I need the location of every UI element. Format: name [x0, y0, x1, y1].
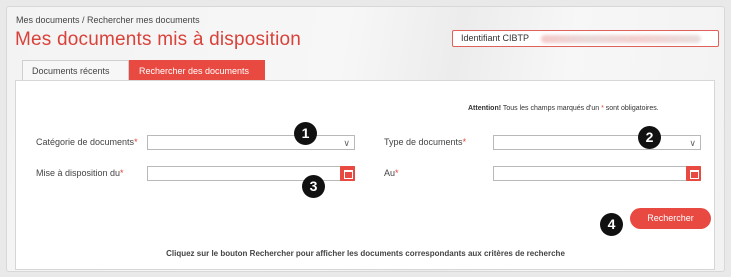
category-label-text: Catégorie de documents — [36, 137, 135, 147]
annotation-badge-1: 1 — [294, 122, 317, 145]
calendar-icon[interactable] — [686, 166, 701, 181]
tab-recent-documents[interactable]: Documents récents — [22, 60, 129, 80]
search-button[interactable]: Rechercher — [630, 208, 711, 229]
type-required-star: * — [462, 137, 467, 147]
date-from-required-star: * — [120, 168, 124, 178]
annotation-badge-3: 3 — [302, 175, 325, 198]
breadcrumb: Mes documents / Rechercher mes documents — [16, 15, 200, 25]
tab-search-documents[interactable]: Rechercher des documents — [129, 60, 265, 80]
warning-text-before: Tous les champs marqués d'un — [501, 105, 602, 112]
type-label: Type de documents* — [384, 137, 466, 147]
required-fields-warning: Attention! Tous les champs marqués d'un … — [468, 105, 659, 112]
identifier-value-redacted — [541, 34, 702, 43]
chevron-down-icon: ∨ — [689, 138, 696, 148]
date-to-label: Au* — [384, 168, 399, 178]
annotation-badge-4: 4 — [600, 213, 623, 236]
date-to-required-star: * — [395, 168, 399, 178]
date-from-label-text: Mise à disposition du — [36, 168, 121, 178]
calendar-icon[interactable] — [340, 166, 355, 181]
category-select[interactable]: ∨ — [147, 135, 355, 150]
date-from-label: Mise à disposition du* — [36, 168, 124, 178]
date-from-input[interactable] — [147, 166, 355, 181]
date-to-input[interactable] — [493, 166, 701, 181]
page-title: Mes documents mis à disposition — [15, 29, 302, 50]
identifier-label: Identifiant CIBTP — [461, 33, 529, 43]
identifier-box: Identifiant CIBTP — [452, 30, 719, 47]
search-hint: Cliquez sur le bouton Rechercher pour af… — [166, 249, 565, 258]
type-label-text: Type de documents — [384, 137, 463, 147]
type-select[interactable]: ∨ — [493, 135, 701, 150]
warning-text-after: sont obligatoires. — [603, 105, 659, 112]
category-required-star: * — [134, 137, 138, 147]
chevron-down-icon: ∨ — [343, 138, 350, 148]
warning-bold: Attention! — [468, 105, 502, 112]
annotation-badge-2: 2 — [638, 126, 661, 149]
date-to-label-text: Au — [384, 168, 396, 178]
category-label: Catégorie de documents* — [36, 137, 138, 147]
